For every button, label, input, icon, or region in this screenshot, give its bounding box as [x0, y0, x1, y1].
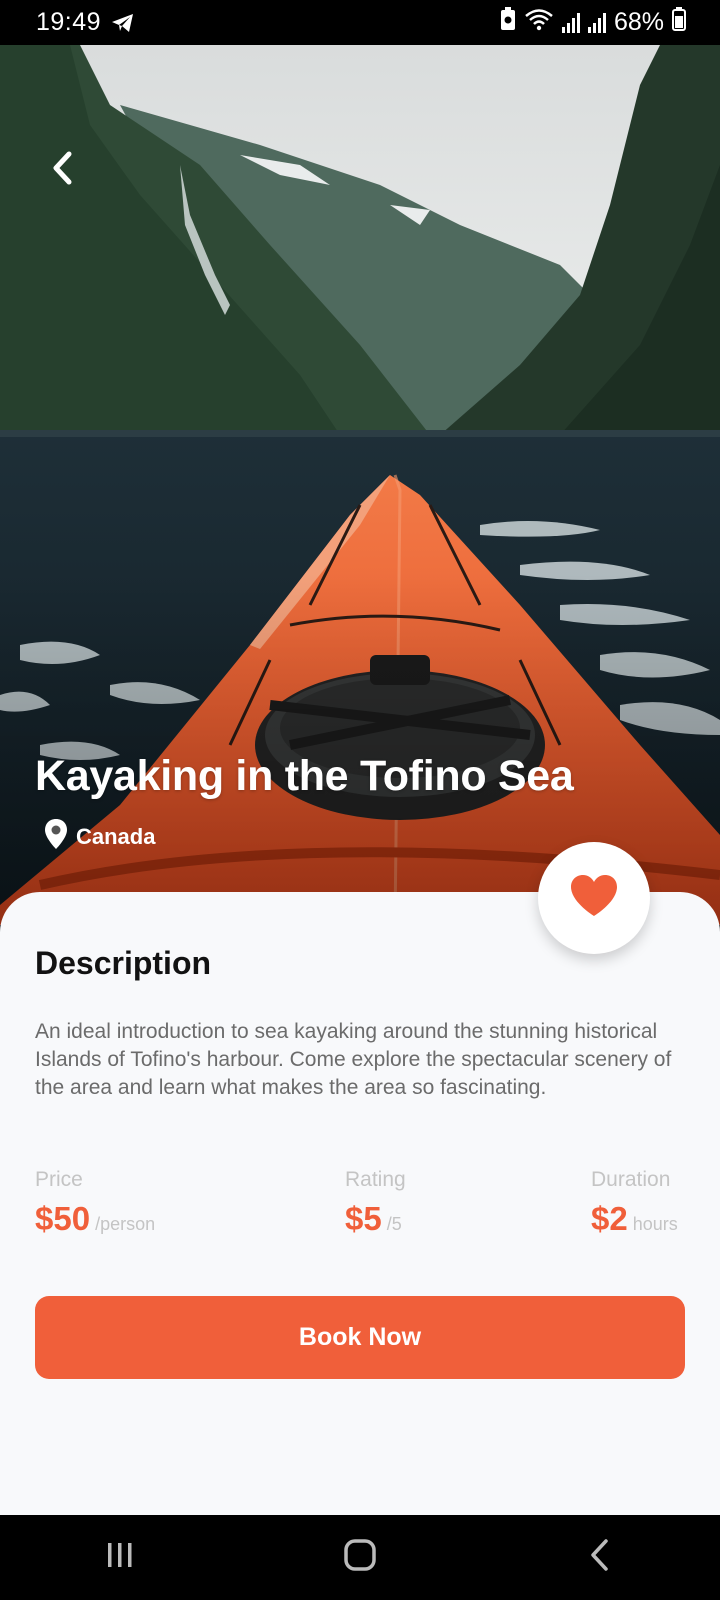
rating-stat: Rating $5/5 [345, 1168, 406, 1238]
rating-value: $5 [345, 1200, 382, 1237]
signal-icon [587, 12, 606, 33]
favorite-button[interactable] [538, 842, 650, 954]
recents-icon [105, 1540, 135, 1575]
telegram-icon [111, 12, 135, 34]
status-time: 19:49 [36, 8, 102, 36]
location-row: Canada [44, 818, 155, 856]
location-label: Canada [76, 824, 156, 849]
price-value: $50 [35, 1200, 91, 1237]
chevron-left-icon [50, 150, 74, 191]
price-label: Price [35, 1168, 83, 1191]
description-heading: Description [35, 945, 212, 981]
system-nav-bar [0, 1515, 720, 1600]
activity-title: Kayaking in the Tofino Sea [35, 752, 574, 800]
battery-percent: 68% [613, 8, 664, 36]
map-pin-icon [44, 818, 68, 856]
system-back-button[interactable] [560, 1528, 640, 1588]
battery-saver-icon [500, 7, 516, 38]
rating-unit: /5 [386, 1214, 402, 1234]
signal-icon [561, 12, 580, 33]
duration-value: $2 [591, 1200, 628, 1237]
wifi-icon [524, 7, 554, 38]
duration-label: Duration [591, 1168, 671, 1191]
rating-label: Rating [345, 1168, 406, 1191]
price-unit: /person [95, 1214, 156, 1234]
duration-unit: hours [632, 1214, 678, 1234]
duration-stat: Duration $2 hours [591, 1168, 678, 1238]
heart-icon [569, 874, 619, 923]
price-stat: Price $50/person [35, 1168, 155, 1238]
book-now-button[interactable]: Book Now [35, 1296, 685, 1379]
status-bar: 19:49 68% [0, 0, 720, 45]
recents-button[interactable] [80, 1528, 160, 1588]
battery-icon [672, 7, 686, 38]
description-text: An ideal introduction to sea kayaking ar… [35, 1020, 672, 1099]
home-icon [343, 1538, 377, 1577]
back-button[interactable] [44, 145, 80, 195]
back-icon [588, 1538, 612, 1577]
home-button[interactable] [320, 1528, 400, 1588]
status-icons: 68% [500, 7, 686, 38]
